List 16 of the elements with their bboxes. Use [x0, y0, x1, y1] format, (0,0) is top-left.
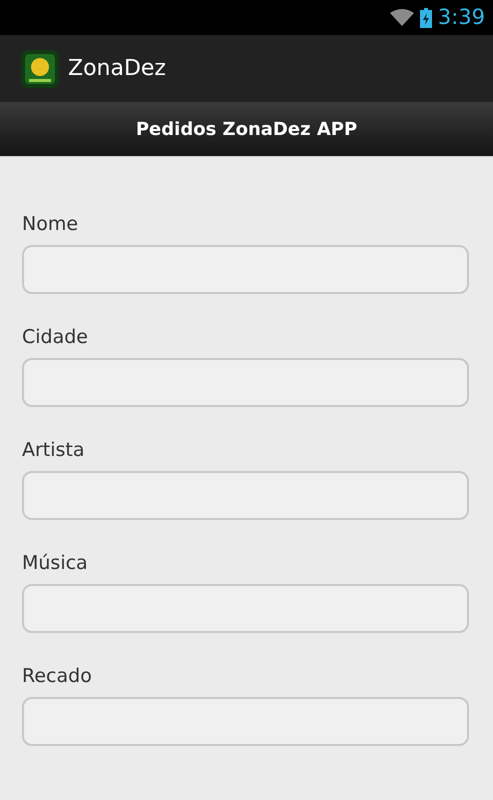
field-label: Música [22, 551, 89, 575]
input-field[interactable] [22, 245, 469, 294]
status-time: 3:39 [438, 4, 485, 31]
field-label: Artista [22, 438, 86, 462]
field-label: Cidade [22, 325, 89, 349]
header-title: Pedidos ZonaDez APP [136, 118, 358, 142]
wifi-icon [390, 8, 414, 26]
app-title: ZonaDez [68, 55, 166, 83]
battery-icon [420, 8, 432, 28]
input-field[interactable] [22, 358, 469, 407]
app-icon [21, 50, 59, 88]
input-field[interactable] [22, 697, 469, 746]
input-field[interactable] [22, 471, 469, 520]
field-label: Nome [22, 212, 80, 236]
field-label: Recado [22, 664, 93, 688]
input-field[interactable] [22, 584, 469, 633]
